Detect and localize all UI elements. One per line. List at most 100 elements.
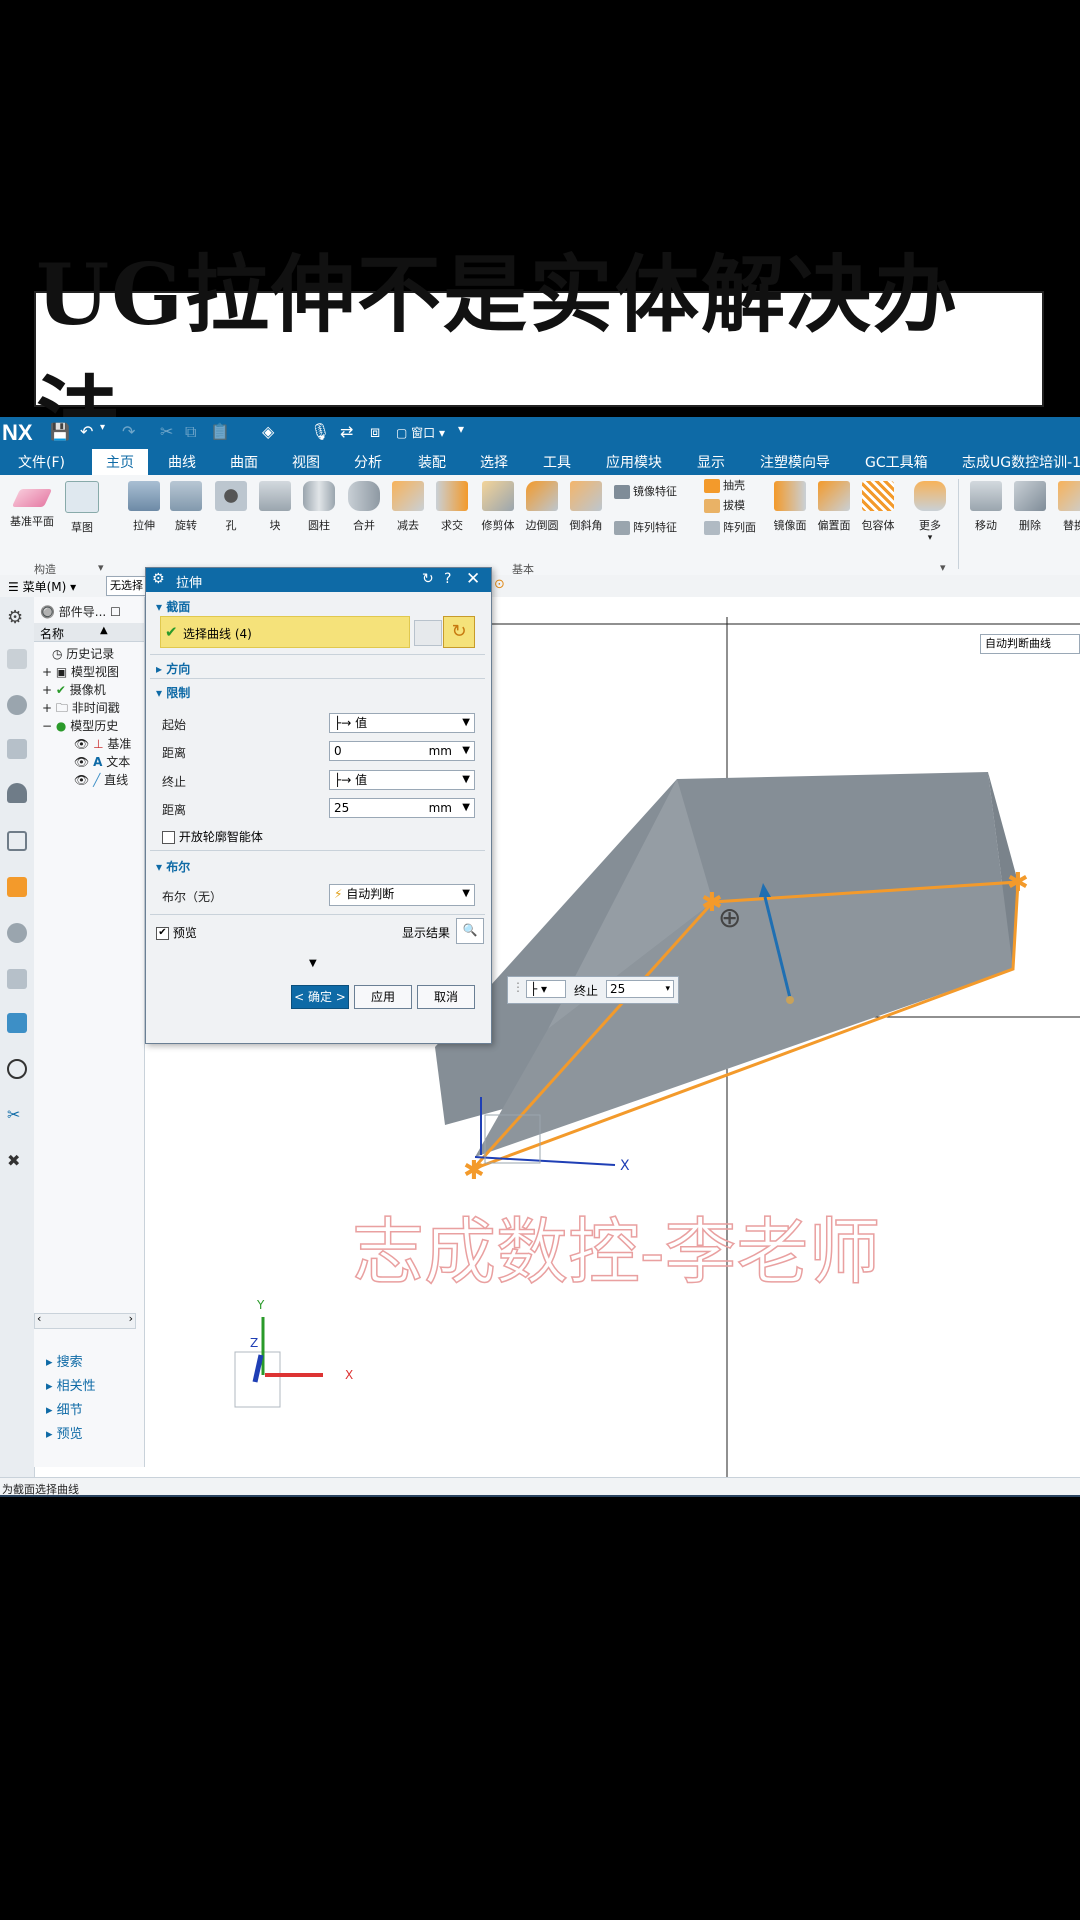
navigator-link-details[interactable]: ▸ 细节: [46, 1399, 83, 1418]
draft-button[interactable]: 拔模: [704, 497, 745, 513]
tools-icon[interactable]: ✖: [7, 1151, 27, 1171]
settings-icon[interactable]: ⚙: [7, 607, 27, 628]
clock-icon[interactable]: [7, 1059, 27, 1079]
horizontal-scrollbar[interactable]: ‹ ›: [34, 1312, 136, 1329]
undo-icon[interactable]: ↶: [80, 422, 93, 441]
float-icon[interactable]: ☐: [110, 605, 121, 619]
navigator-link-search[interactable]: ▸ 搜索: [46, 1351, 83, 1370]
undo-dropdown-icon[interactable]: ▾: [100, 422, 105, 433]
tree-node-history[interactable]: ◷ 历史记录: [52, 645, 114, 662]
tree-node-line[interactable]: 👁 ╱ 直线: [74, 771, 128, 788]
move-button[interactable]: 移动: [962, 481, 1010, 533]
end-distance-input[interactable]: 25 mm ▼: [329, 798, 475, 818]
mirror-feature-button[interactable]: 镜像特征: [614, 483, 677, 499]
history-icon[interactable]: [7, 969, 27, 989]
more-button[interactable]: 更多 ▾: [906, 481, 954, 543]
start-type-dropdown[interactable]: ├→ 值 ▼: [329, 713, 475, 733]
switch-window-icon[interactable]: ⧈: [370, 422, 380, 442]
chamfer-button[interactable]: 倒斜角: [562, 481, 610, 533]
tab-display[interactable]: 显示: [697, 452, 725, 472]
tab-view[interactable]: 视图: [292, 452, 320, 472]
cut-icon[interactable]: ✂: [160, 422, 173, 441]
ok-button[interactable]: < 确定 >: [291, 985, 349, 1009]
reset-icon[interactable]: ↻: [422, 571, 434, 587]
tab-zhicheng[interactable]: 志成UG数控培训-1: [962, 452, 1080, 472]
direction-handle[interactable]: [786, 996, 794, 1004]
start-distance-input[interactable]: 0 mm ▼: [329, 741, 475, 761]
group-construct-dropdown-icon[interactable]: ▾: [98, 561, 104, 574]
save-icon[interactable]: 💾: [50, 422, 70, 441]
help-icon[interactable]: ?: [444, 571, 451, 587]
tab-assembly[interactable]: 装配: [418, 452, 446, 472]
unite-button[interactable]: 合并: [340, 481, 388, 533]
tree-node-cameras[interactable]: + ✔ 摄像机: [42, 681, 106, 698]
section-header-limits[interactable]: ▾ 限制: [156, 684, 190, 701]
onscreen-limit-type-dropdown[interactable]: ├ ▾: [526, 980, 566, 998]
close-icon[interactable]: ✕: [466, 569, 480, 589]
menu-button[interactable]: ☰ 菜单(M) ▾: [8, 578, 76, 595]
drag-handle-icon[interactable]: ⋮: [512, 980, 524, 994]
group-basic-dropdown-icon[interactable]: ▾: [940, 561, 946, 574]
touch-mode-icon[interactable]: ⇄: [340, 422, 353, 441]
tab-mold-wizard[interactable]: 注塑模向导: [760, 452, 830, 472]
shell-button[interactable]: 抽壳: [704, 477, 745, 493]
tab-curve[interactable]: 曲线: [168, 452, 196, 472]
tab-gc-toolkit[interactable]: GC工具箱: [865, 452, 928, 472]
navigator-column-header[interactable]: 名称 ▲: [34, 623, 144, 642]
part-navigator-icon[interactable]: [7, 649, 27, 669]
bounding-body-button[interactable]: 包容体: [854, 481, 902, 533]
select-curve-row[interactable]: ✔ 选择曲线 (4): [160, 616, 410, 648]
block-button[interactable]: 块: [251, 481, 299, 533]
pattern-face-button[interactable]: 阵列面: [704, 519, 756, 535]
hd3d-icon[interactable]: [7, 877, 27, 897]
apply-button[interactable]: 应用: [354, 985, 412, 1009]
preview-checkbox[interactable]: ✔ 预览: [156, 924, 197, 941]
replace-button[interactable]: 替换: [1050, 481, 1080, 533]
onscreen-end-value-field[interactable]: 25 ▾: [606, 980, 674, 998]
expand-more-icon[interactable]: ▼: [309, 958, 317, 969]
tab-surface[interactable]: 曲面: [230, 452, 258, 472]
tab-file[interactable]: 文件(F): [18, 452, 65, 472]
delete-button[interactable]: 删除: [1006, 481, 1054, 533]
curve-select-icon[interactable]: ↻: [443, 616, 475, 648]
tab-analysis[interactable]: 分析: [354, 452, 382, 472]
tab-application[interactable]: 应用模块: [606, 452, 662, 472]
tree-node-datum[interactable]: 👁 ⊥ 基准: [74, 735, 131, 752]
open-profile-checkbox[interactable]: 开放轮廓智能体: [162, 828, 263, 845]
customize-dropdown-icon[interactable]: ▾: [458, 422, 464, 436]
show-result-magnifier-icon[interactable]: 🔍: [456, 918, 484, 944]
end-type-dropdown[interactable]: ├→ 值 ▼: [329, 770, 475, 790]
tree-node-model-history[interactable]: − ● 模型历史: [42, 717, 118, 734]
subtract-button[interactable]: 减去: [384, 481, 432, 533]
datum-plane-button[interactable]: 基准平面: [8, 481, 56, 529]
section-header-boolean[interactable]: ▾ 布尔: [156, 858, 190, 875]
snap-icon[interactable]: ⊙: [494, 577, 505, 592]
tab-select[interactable]: 选择: [480, 452, 508, 472]
tree-node-model-views[interactable]: + ▣ 模型视图: [42, 663, 119, 680]
mirror-face-button[interactable]: 镜像面: [766, 481, 814, 533]
part-library-icon[interactable]: [7, 783, 27, 803]
microphone-icon[interactable]: 🎙: [310, 422, 330, 441]
window-menu[interactable]: ▢ 窗口 ▾: [396, 424, 445, 441]
sketch-section-icon[interactable]: [414, 620, 442, 646]
reuse-library-icon[interactable]: [7, 831, 27, 851]
web-browser-icon[interactable]: [7, 923, 27, 943]
copy-icon[interactable]: ⧉: [185, 422, 196, 442]
system-materials-icon[interactable]: [7, 1013, 27, 1033]
hole-button[interactable]: 孔: [207, 481, 255, 533]
pattern-feature-button[interactable]: 阵列特征: [614, 519, 677, 535]
tree-node-text[interactable]: 👁 A 文本: [74, 753, 130, 770]
process-studio-icon[interactable]: ✂: [7, 1105, 27, 1125]
paste-icon[interactable]: 📋: [210, 422, 230, 441]
intersect-button[interactable]: 求交: [428, 481, 476, 533]
cylinder-button[interactable]: 圆柱: [295, 481, 343, 533]
navigator-link-preview[interactable]: ▸ 预览: [46, 1423, 83, 1442]
view-orient-icon[interactable]: ◈: [262, 422, 274, 441]
curve-rule-dropdown[interactable]: 自动判断曲线: [980, 634, 1080, 654]
section-header-section[interactable]: ▾ 截面: [156, 598, 190, 615]
navigator-link-dependencies[interactable]: ▸ 相关性: [46, 1375, 96, 1394]
dialog-title-bar[interactable]: ⚙ 拉伸 ↻ ? ✕: [146, 568, 491, 592]
cancel-button[interactable]: 取消: [417, 985, 475, 1009]
tab-tools[interactable]: 工具: [543, 452, 571, 472]
sketch-button[interactable]: 草图: [58, 481, 106, 535]
